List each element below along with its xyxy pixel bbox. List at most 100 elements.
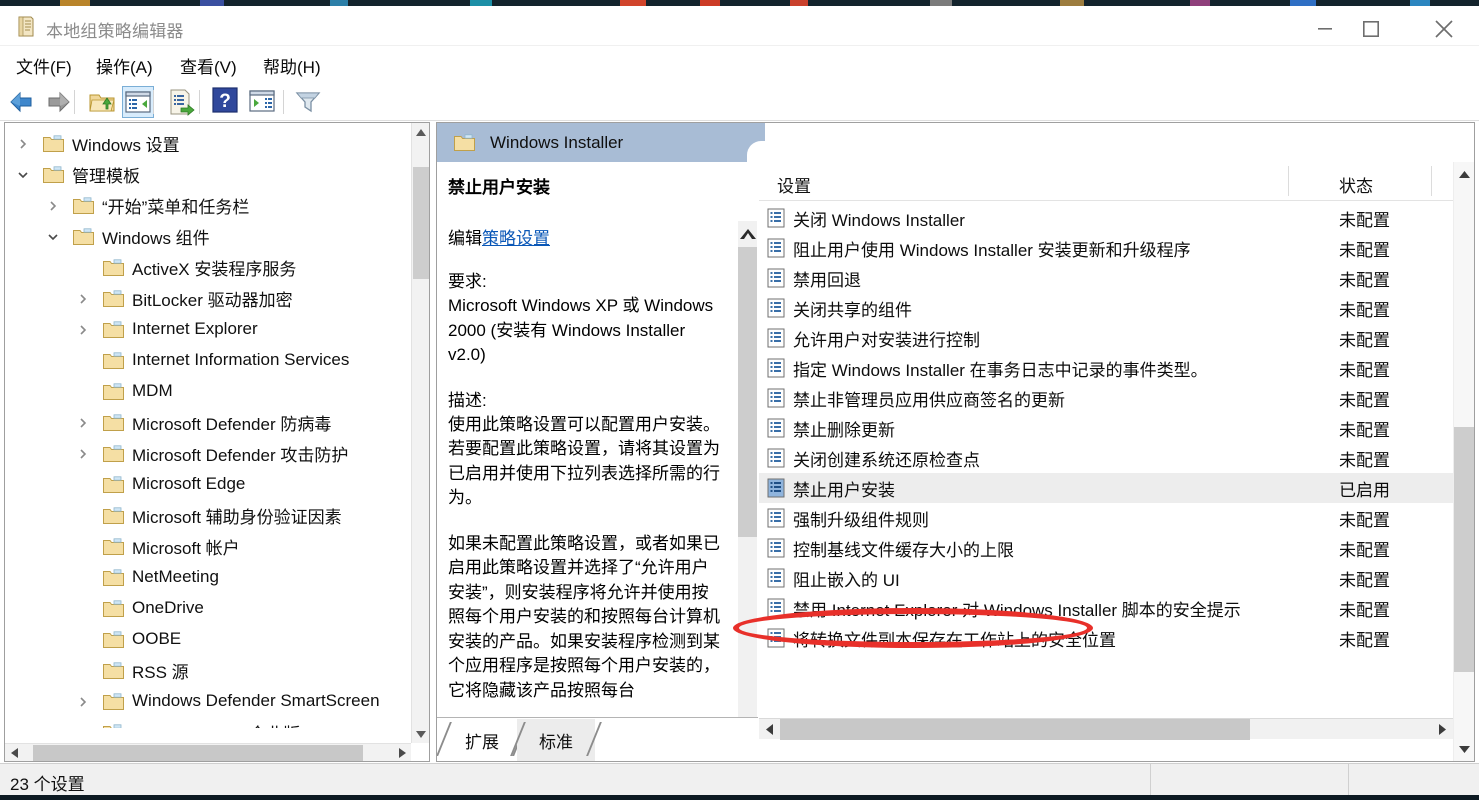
- chevron-right-icon[interactable]: [75, 322, 91, 338]
- back-button[interactable]: [6, 86, 38, 118]
- chevron-right-icon[interactable]: [75, 694, 91, 710]
- show-hide-action-pane-button[interactable]: [247, 86, 279, 118]
- tree-item[interactable]: Microsoft 帐户: [5, 531, 412, 562]
- tree-item[interactable]: Windows Defender SmartScreen: [5, 686, 412, 717]
- tree-item[interactable]: OOBE: [5, 624, 412, 655]
- scroll-up-icon[interactable]: [412, 123, 429, 141]
- tab-standard-label: 标准: [539, 732, 573, 752]
- console-tree[interactable]: Windows 设置 管理模板 “开始”菜单和任务栏 Windows 组件 Active…: [5, 123, 412, 728]
- tree-item[interactable]: MDM: [5, 376, 412, 407]
- settings-row[interactable]: 阻止嵌入的 UI 未配置: [759, 563, 1453, 593]
- tree-item[interactable]: Windows 设置: [5, 128, 412, 159]
- menu-file[interactable]: 文件(F): [12, 53, 76, 78]
- minimize-button[interactable]: [1302, 12, 1348, 46]
- console-tree-pane: Windows 设置 管理模板 “开始”菜单和任务栏 Windows 组件 Active…: [4, 122, 430, 762]
- tree-item[interactable]: Internet Information Services: [5, 345, 412, 376]
- settings-list[interactable]: 关闭 Windows Installer 未配置 阻止用户使用 Windows In…: [759, 201, 1453, 718]
- column-divider[interactable]: [1431, 166, 1432, 196]
- policy-setting-icon: [767, 358, 785, 378]
- tree-item[interactable]: 管理模板: [5, 159, 412, 190]
- tree-item[interactable]: OneDrive: [5, 593, 412, 624]
- desktop-bottom-strip: [0, 795, 1479, 800]
- chevron-down-icon[interactable]: [45, 229, 61, 245]
- tree-scroll-thumb[interactable]: [413, 167, 429, 279]
- menu-view[interactable]: 查看(V): [176, 53, 241, 78]
- tree-item[interactable]: NetMeeting: [5, 562, 412, 593]
- menu-action[interactable]: 操作(A): [92, 53, 157, 78]
- tree-item[interactable]: Microsoft Edge: [5, 469, 412, 500]
- settings-row[interactable]: 将转换文件副本保存在工作站上的安全位置 未配置: [759, 623, 1453, 653]
- chevron-down-icon[interactable]: [15, 167, 31, 183]
- tree-vertical-scrollbar[interactable]: [411, 123, 429, 743]
- help-button[interactable]: ?: [211, 86, 243, 118]
- tree-horizontal-scrollbar[interactable]: [5, 743, 411, 761]
- forward-button[interactable]: [42, 86, 74, 118]
- list-hscroll-thumb[interactable]: [780, 719, 1250, 740]
- list-scroll-thumb[interactable]: [1454, 427, 1474, 672]
- folder-icon: [103, 630, 125, 649]
- export-list-button[interactable]: [165, 86, 197, 118]
- column-divider[interactable]: [1288, 166, 1289, 196]
- settings-row[interactable]: 阻止用户使用 Windows Installer 安装更新和升级程序 未配置: [759, 233, 1453, 263]
- column-setting[interactable]: 设置: [777, 172, 811, 197]
- chevron-right-icon[interactable]: [15, 136, 31, 152]
- scroll-down-icon[interactable]: [412, 725, 429, 743]
- tree-item[interactable]: Windows Hello 企业版: [5, 717, 412, 728]
- settings-vertical-scrollbar[interactable]: [1453, 162, 1474, 761]
- list-scroll-up-icon[interactable]: [1454, 162, 1474, 186]
- tree-hscroll-thumb[interactable]: [33, 745, 363, 761]
- settings-row[interactable]: 关闭共享的组件 未配置: [759, 293, 1453, 323]
- settings-row[interactable]: 禁用回退 未配置: [759, 263, 1453, 293]
- settings-horizontal-scrollbar[interactable]: [759, 718, 1453, 740]
- settings-row[interactable]: 禁止非管理员应用供应商签名的更新 未配置: [759, 383, 1453, 413]
- toolbar-separator: [153, 90, 154, 114]
- menu-help[interactable]: 帮助(H): [259, 53, 325, 78]
- pane-header: Windows Installer: [437, 123, 747, 162]
- tree-item[interactable]: ActiveX 安装程序服务: [5, 252, 412, 283]
- policy-setting-icon: [767, 478, 785, 498]
- settings-row[interactable]: 关闭 Windows Installer 未配置: [759, 203, 1453, 233]
- settings-row-state: 未配置: [1339, 210, 1390, 230]
- tree-item[interactable]: “开始”菜单和任务栏: [5, 190, 412, 221]
- scroll-left-icon[interactable]: [5, 744, 23, 761]
- tree-item[interactable]: Windows 组件: [5, 221, 412, 252]
- show-hide-console-tree-button[interactable]: [122, 86, 154, 118]
- tree-item[interactable]: Internet Explorer: [5, 314, 412, 345]
- settings-row[interactable]: 强制升级组件规则 未配置: [759, 503, 1453, 533]
- chevron-right-icon[interactable]: [75, 415, 91, 431]
- settings-row[interactable]: 禁止用户安装 已启用: [759, 473, 1453, 503]
- settings-row-state: 未配置: [1339, 420, 1390, 440]
- desc-scroll-thumb[interactable]: [738, 247, 757, 537]
- tree-item[interactable]: Microsoft Defender 防病毒: [5, 407, 412, 438]
- desc-scroll-up-icon[interactable]: [738, 221, 757, 247]
- settings-row[interactable]: 控制基线文件缓存大小的上限 未配置: [759, 533, 1453, 563]
- edit-policy-link[interactable]: 策略设置: [482, 229, 550, 248]
- chevron-none-icon: [75, 601, 91, 617]
- folder-icon: [103, 413, 125, 432]
- settings-row[interactable]: 指定 Windows Installer 在事务日志中记录的事件类型。 未配置: [759, 353, 1453, 383]
- funnel-filter-button[interactable]: [293, 86, 325, 118]
- chevron-none-icon: [75, 508, 91, 524]
- tree-item[interactable]: RSS 源: [5, 655, 412, 686]
- settings-row[interactable]: 禁止删除更新 未配置: [759, 413, 1453, 443]
- up-one-level-button[interactable]: [86, 86, 118, 118]
- settings-row[interactable]: 关闭创建系统还原检查点 未配置: [759, 443, 1453, 473]
- tree-item[interactable]: Microsoft Defender 攻击防护: [5, 438, 412, 469]
- settings-row[interactable]: 允许用户对安装进行控制 未配置: [759, 323, 1453, 353]
- settings-row-state: 未配置: [1339, 450, 1390, 470]
- scroll-right-icon[interactable]: [393, 744, 411, 761]
- settings-row[interactable]: 禁用 Internet Explorer 对 Windows Installer…: [759, 593, 1453, 623]
- chevron-right-icon[interactable]: [45, 198, 61, 214]
- chevron-right-icon[interactable]: [75, 446, 91, 462]
- tree-item[interactable]: Microsoft 辅助身份验证因素: [5, 500, 412, 531]
- tree-item[interactable]: BitLocker 驱动器加密: [5, 283, 412, 314]
- chevron-right-icon[interactable]: [75, 291, 91, 307]
- list-scroll-right-icon[interactable]: [1432, 719, 1453, 740]
- list-scroll-left-icon[interactable]: [759, 719, 780, 740]
- column-state[interactable]: 状态: [1339, 172, 1373, 197]
- close-button[interactable]: [1421, 12, 1467, 46]
- list-scroll-down-icon[interactable]: [1454, 737, 1474, 761]
- description-scrollbar[interactable]: [738, 221, 757, 761]
- tab-standard[interactable]: 标准: [510, 719, 602, 761]
- maximize-button[interactable]: [1348, 12, 1394, 46]
